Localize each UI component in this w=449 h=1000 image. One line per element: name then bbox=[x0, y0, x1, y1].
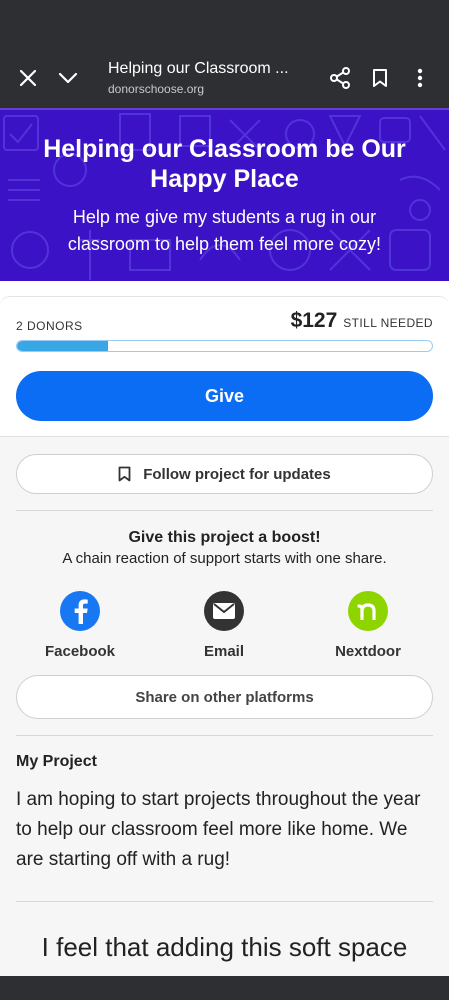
project-details-section: Follow project for updates Give this pro… bbox=[0, 436, 449, 976]
amount-needed-value: $127 bbox=[290, 309, 338, 332]
browser-url: donorschoose.org bbox=[108, 82, 205, 96]
amount-needed: $127 STILL NEEDED bbox=[291, 309, 433, 333]
boost-title: Give this project a boost! bbox=[128, 529, 321, 546]
project-hero-banner: Helping our Classroom be Our Happy Place… bbox=[0, 108, 449, 281]
browser-title: Helping our Classroom ... bbox=[108, 60, 289, 77]
share-facebook[interactable]: Facebook bbox=[15, 591, 145, 660]
my-project-heading: My Project bbox=[16, 753, 97, 770]
share-icon[interactable] bbox=[324, 62, 356, 94]
share-other-platforms-button[interactable]: Share on other platforms bbox=[16, 675, 433, 719]
my-project-description: I am hoping to start projects throughout… bbox=[16, 789, 421, 870]
essay-heading: I feel that adding this soft space bbox=[41, 932, 408, 962]
progress-fill bbox=[17, 341, 109, 351]
email-icon bbox=[204, 591, 244, 631]
bookmark-icon[interactable] bbox=[364, 62, 396, 94]
boost-subtitle: A chain reaction of support starts with … bbox=[62, 550, 387, 567]
funding-progress-bar bbox=[16, 340, 433, 352]
close-icon[interactable] bbox=[12, 62, 44, 94]
share-email[interactable]: Email bbox=[159, 591, 289, 660]
project-subtitle: Help me give my students a rug in our cl… bbox=[67, 207, 382, 254]
share-nextdoor[interactable]: Nextdoor bbox=[303, 591, 433, 660]
facebook-label: Facebook bbox=[44, 643, 116, 660]
project-title: Helping our Classroom be Our Happy Place bbox=[43, 135, 406, 193]
facebook-icon bbox=[60, 591, 100, 631]
status-bar bbox=[0, 0, 449, 48]
more-options-icon[interactable] bbox=[404, 62, 436, 94]
system-navigation-bar bbox=[0, 976, 449, 1000]
bookmark-icon bbox=[118, 466, 131, 482]
give-button[interactable]: Give bbox=[16, 371, 433, 421]
divider bbox=[16, 901, 433, 902]
browser-toolbar: Helping our Classroom ... donorschoose.o… bbox=[0, 48, 449, 108]
nextdoor-label: Nextdoor bbox=[335, 643, 401, 660]
still-needed-label: STILL NEEDED bbox=[343, 316, 433, 330]
chevron-down-icon[interactable] bbox=[52, 62, 84, 94]
follow-project-label: Follow project for updates bbox=[143, 465, 331, 483]
nextdoor-icon bbox=[348, 591, 388, 631]
funding-panel: 2 DONORS $127 STILL NEEDED Give bbox=[0, 296, 449, 436]
divider bbox=[16, 735, 433, 736]
follow-project-button[interactable]: Follow project for updates bbox=[16, 454, 433, 494]
email-label: Email bbox=[203, 643, 245, 660]
divider bbox=[16, 510, 433, 511]
donor-count: 2 DONORS bbox=[16, 319, 83, 333]
